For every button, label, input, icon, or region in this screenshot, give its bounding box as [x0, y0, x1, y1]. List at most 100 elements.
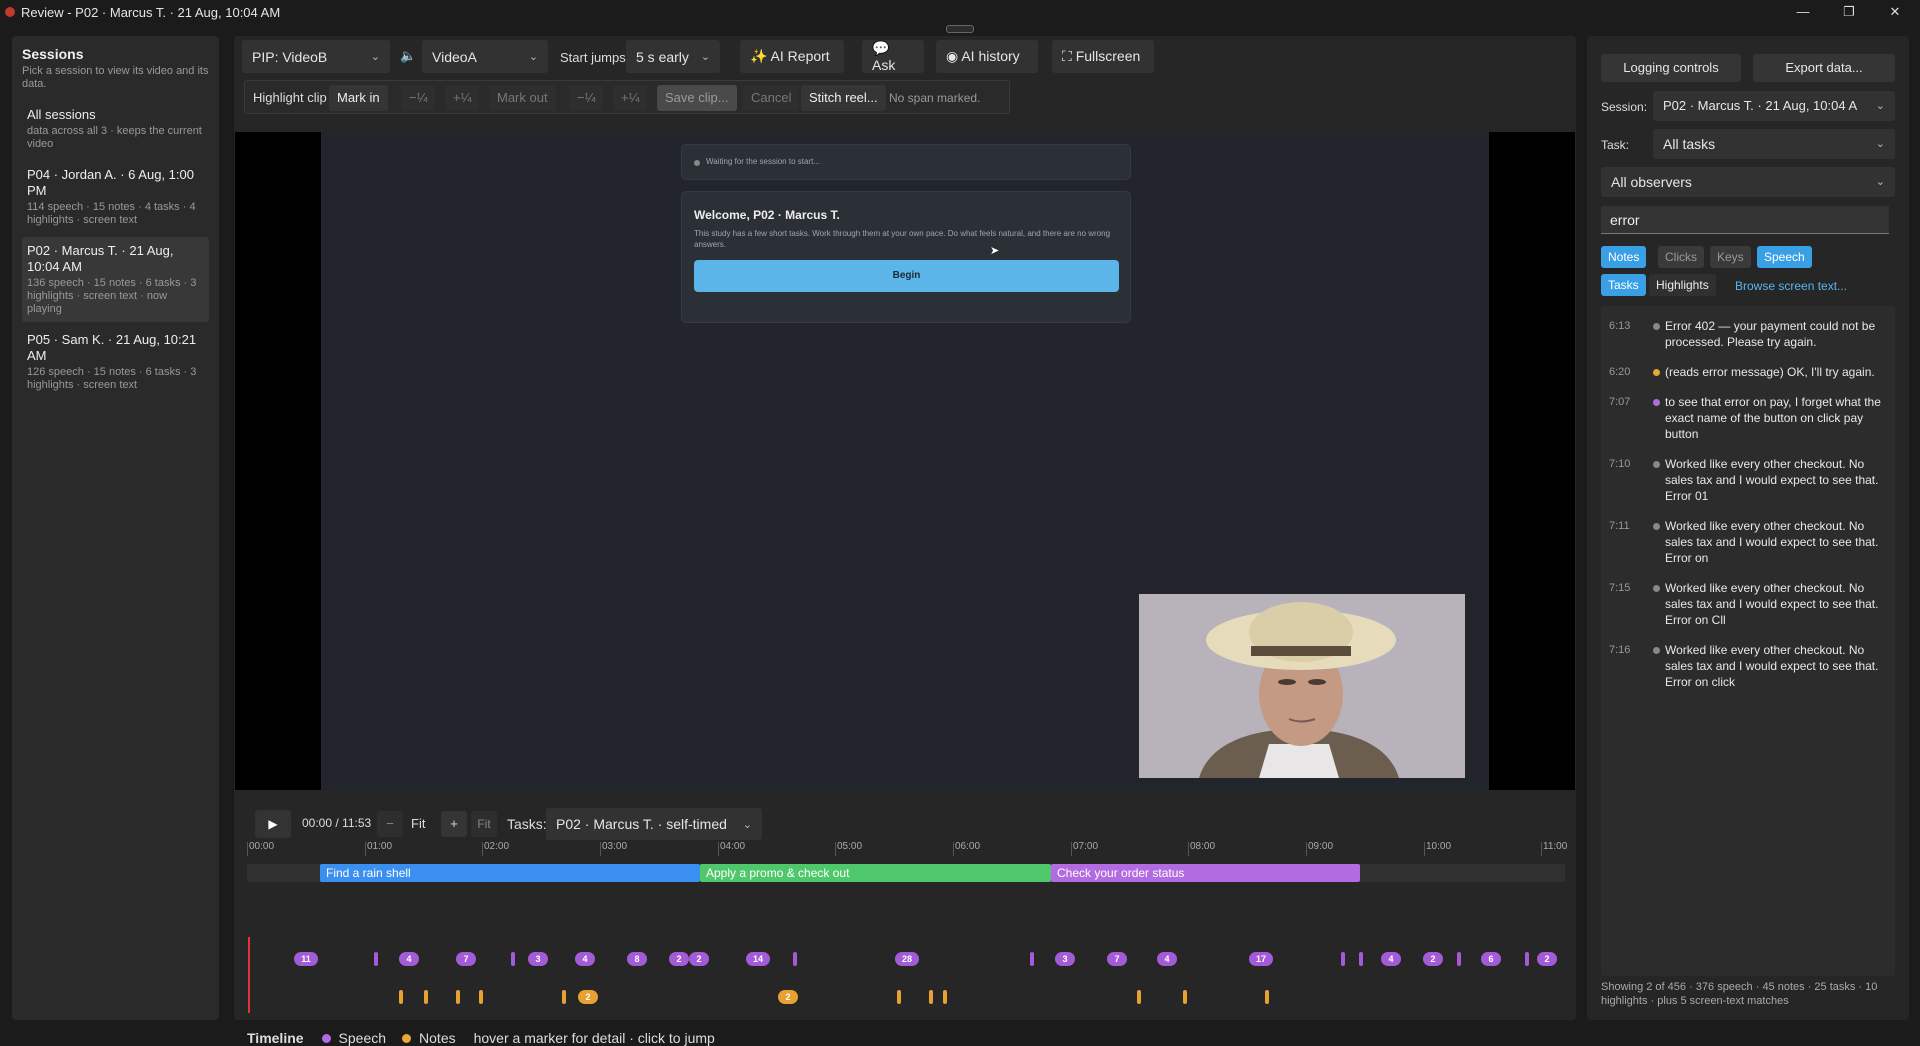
speech-marker[interactable]: 2 [669, 952, 689, 966]
speech-marker[interactable] [793, 952, 797, 966]
speech-marker[interactable]: 3 [528, 952, 548, 966]
playhead[interactable] [248, 937, 250, 1013]
result-item[interactable]: 7:07 to see that error on pay, I forget w… [1601, 390, 1895, 446]
video-player[interactable]: Waiting for the session to start... Welc… [235, 132, 1575, 790]
speech-marker[interactable]: 17 [1249, 952, 1273, 966]
session-item-p04[interactable]: P04 · Jordan A. · 6 Aug, 1:00 PM 114 spee… [22, 161, 209, 233]
note-marker[interactable] [479, 990, 483, 1004]
speech-marker[interactable] [374, 952, 378, 966]
result-item[interactable]: 7:10 Worked like every other checkout. No… [1601, 452, 1895, 508]
task-select[interactable]: All tasks ⌄ [1653, 129, 1895, 159]
session-item-p05[interactable]: P05 · Sam K. · 21 Aug, 10:21 AM 126 speec… [22, 326, 209, 398]
filter-notes-chip[interactable]: Notes [1601, 246, 1647, 268]
speech-marker[interactable]: 28 [895, 952, 919, 966]
filter-tasks-chip[interactable]: Tasks [1601, 274, 1646, 296]
note-marker[interactable] [399, 990, 403, 1004]
session-item-p02[interactable]: P02 · Marcus T. · 21 Aug, 10:04 AM 136 sp… [22, 237, 209, 322]
ask-button[interactable]: 💬 Ask [862, 40, 924, 73]
speech-marker[interactable]: 11 [294, 952, 318, 966]
save-clip-button[interactable]: Save clip... [657, 85, 737, 111]
speech-track[interactable]: 11 4 7 3 4 8 2 2 14 28 3 7 4 17 4 2 6 2 [247, 952, 1565, 968]
close-icon[interactable]: ✕ [1880, 2, 1910, 22]
note-marker[interactable] [943, 990, 947, 1004]
speech-marker[interactable]: 8 [627, 952, 647, 966]
filter-clicks-chip[interactable]: Clicks [1658, 246, 1704, 268]
speech-marker[interactable]: 4 [1157, 952, 1177, 966]
mark-in-button[interactable]: Mark in [329, 85, 388, 111]
note-marker[interactable] [424, 990, 428, 1004]
cancel-button[interactable]: Cancel [743, 85, 800, 111]
start-jumps-select[interactable]: 5 s early ⌄ [626, 40, 720, 73]
speech-marker[interactable] [1341, 952, 1345, 966]
mark-in-plus-button[interactable]: +¼ [445, 85, 480, 111]
session-select[interactable]: P02 · Marcus T. · 21 Aug, 10:04 A ⌄ [1653, 91, 1895, 121]
mark-out-button[interactable]: Mark out [489, 85, 556, 111]
speech-marker[interactable]: 7 [1107, 952, 1127, 966]
drag-handle[interactable] [946, 25, 974, 33]
note-marker[interactable] [1183, 990, 1187, 1004]
note-marker[interactable] [897, 990, 901, 1004]
speech-marker[interactable]: 3 [1055, 952, 1075, 966]
note-marker[interactable] [1137, 990, 1141, 1004]
result-item[interactable]: 7:15 Worked like every other checkout. No… [1601, 576, 1895, 632]
speech-marker[interactable]: 2 [1537, 952, 1557, 966]
result-item[interactable]: 7:16 Worked like every other checkout. No… [1601, 638, 1895, 694]
note-marker[interactable]: 2 [578, 990, 598, 1004]
export-data-button[interactable]: Export data... [1753, 54, 1895, 82]
filter-highlights-chip[interactable]: Highlights [1649, 274, 1716, 296]
fullscreen-button[interactable]: ⛶ Fullscreen [1052, 40, 1154, 73]
task-segment[interactable]: Apply a promo & check out [700, 864, 1051, 882]
pip-select[interactable]: PIP: VideoB ⌄ [242, 40, 390, 73]
mark-out-minus-button[interactable]: −¼ [569, 85, 604, 111]
tasks-select[interactable]: P02 · Marcus T. · self-timed ⌄ [546, 808, 762, 840]
speech-marker[interactable]: 7 [456, 952, 476, 966]
speech-marker[interactable]: 2 [1423, 952, 1443, 966]
task-track[interactable]: Find a rain shell Apply a promo & check o… [247, 864, 1565, 882]
speech-marker[interactable] [1030, 952, 1034, 966]
begin-button[interactable]: Begin [694, 260, 1119, 292]
session-item-all[interactable]: All sessions data across all 3 · keeps th… [22, 101, 209, 157]
result-item[interactable]: 6:20 (reads error message) OK, I'll try a… [1601, 360, 1895, 384]
task-segment[interactable]: Find a rain shell [320, 864, 700, 882]
speech-marker[interactable]: 14 [746, 952, 770, 966]
minimize-icon[interactable]: — [1788, 2, 1818, 22]
logging-controls-button[interactable]: Logging controls [1601, 54, 1741, 82]
fit-button[interactable]: Fit [411, 816, 425, 831]
speech-marker[interactable] [1525, 952, 1529, 966]
zoom-in-button[interactable]: + [441, 811, 467, 837]
speech-marker[interactable]: 2 [689, 952, 709, 966]
fit-all-button[interactable]: Fit [471, 811, 497, 837]
note-marker[interactable] [562, 990, 566, 1004]
time-ruler[interactable]: 00:00 01:00 02:00 03:00 04:00 05:00 06:00 07:00… [247, 842, 1567, 864]
stitch-reel-button[interactable]: Stitch reel... [801, 85, 886, 111]
speech-marker[interactable] [1359, 952, 1363, 966]
speech-marker[interactable]: 4 [399, 952, 419, 966]
notes-track[interactable]: 22 [247, 990, 1565, 1006]
video-select[interactable]: VideoA ⌄ [422, 40, 548, 73]
mark-in-minus-button[interactable]: −¼ [401, 85, 436, 111]
search-input[interactable] [1601, 206, 1889, 234]
speech-marker[interactable]: 4 [1381, 952, 1401, 966]
play-button[interactable]: ▶ [255, 810, 291, 838]
zoom-out-button[interactable]: − [377, 811, 403, 837]
ai-report-button[interactable]: ✨ AI Report [740, 40, 844, 73]
observers-select[interactable]: All observers ⌄ [1601, 167, 1895, 197]
note-marker[interactable] [456, 990, 460, 1004]
speaker-icon[interactable]: 🔈 [400, 48, 416, 64]
note-marker[interactable]: 2 [778, 990, 798, 1004]
ai-history-button[interactable]: ◉ AI history [936, 40, 1038, 73]
browse-screen-text-link[interactable]: Browse screen text... [1735, 279, 1847, 293]
speech-marker[interactable]: 6 [1481, 952, 1501, 966]
restore-icon[interactable]: ❐ [1834, 2, 1864, 22]
note-marker[interactable] [929, 990, 933, 1004]
speech-marker[interactable]: 4 [575, 952, 595, 966]
result-item[interactable]: 6:13 Error 402 — your payment could not b… [1601, 314, 1895, 354]
filter-speech-chip[interactable]: Speech [1757, 246, 1812, 268]
speech-marker[interactable] [1457, 952, 1461, 966]
filter-keys-chip[interactable]: Keys [1710, 246, 1751, 268]
task-segment[interactable]: Check your order status [1051, 864, 1360, 882]
speech-marker[interactable] [511, 952, 515, 966]
mark-out-plus-button[interactable]: +¼ [613, 85, 648, 111]
note-marker[interactable] [1265, 990, 1269, 1004]
result-item[interactable]: 7:11 Worked like every other checkout. No… [1601, 514, 1895, 570]
